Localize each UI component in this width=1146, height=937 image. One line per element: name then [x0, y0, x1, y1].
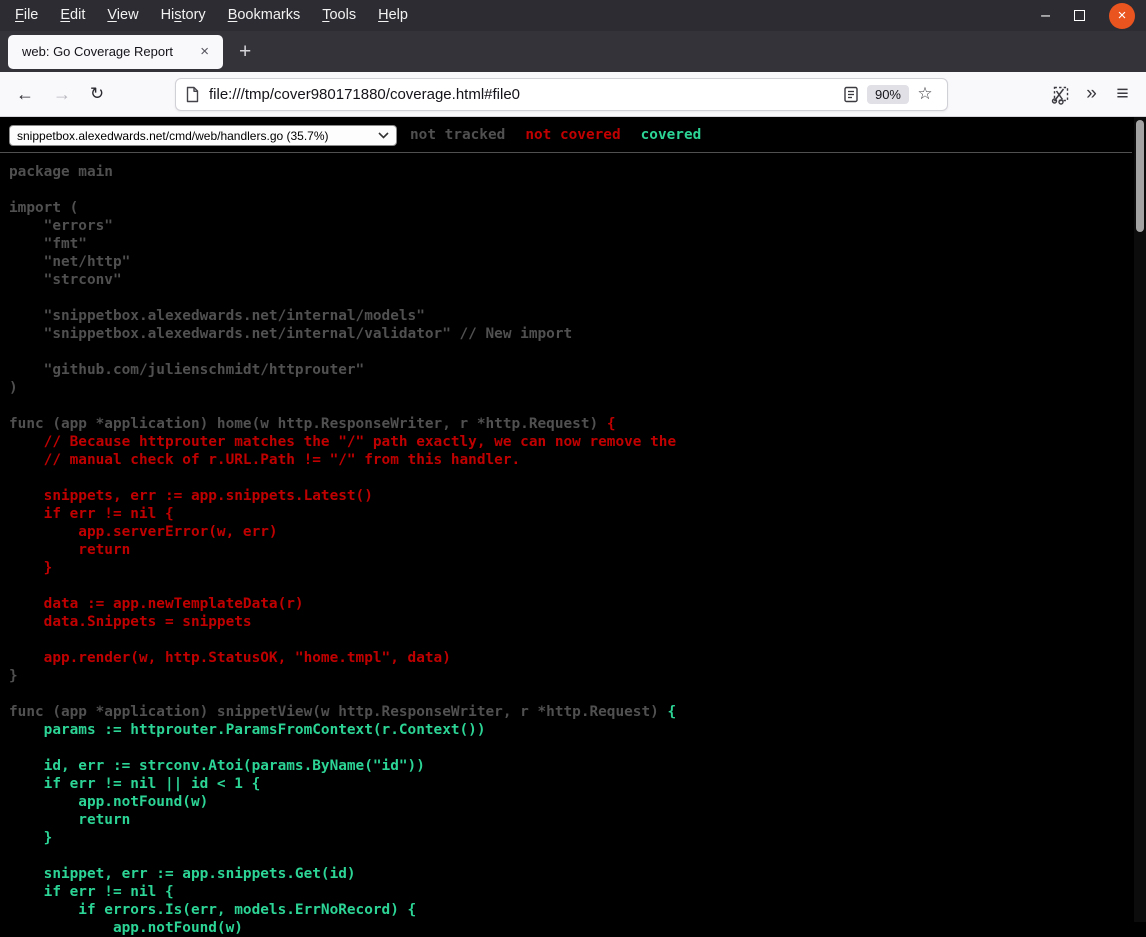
coverage-legend: not tracked not covered covered	[410, 127, 701, 143]
code-line: "github.com/julienschmidt/httprouter"	[9, 362, 364, 378]
hamburger-menu-icon[interactable]: ≡	[1107, 79, 1138, 110]
code-line: app.serverError(w, err)	[9, 524, 278, 540]
window-titlebar: FileEditViewHistoryBookmarksToolsHelp – …	[0, 0, 1146, 31]
menu-tools[interactable]: Tools	[311, 0, 367, 31]
code-line: package main	[9, 164, 113, 180]
reload-button[interactable]: ↻	[81, 78, 113, 110]
legend-not-covered: not covered	[525, 127, 620, 143]
code-line: "errors"	[9, 218, 113, 234]
url-text[interactable]: file:///tmp/cover980171880/coverage.html…	[209, 86, 838, 103]
code-line: func (app *application) home(w http.Resp…	[9, 416, 615, 432]
menu-file[interactable]: File	[4, 0, 49, 31]
window-minimize-button[interactable]: –	[1041, 11, 1050, 21]
chevron-down-icon	[378, 132, 389, 139]
code-line: if err != nil {	[9, 506, 174, 522]
menu-help[interactable]: Help	[367, 0, 419, 31]
code-line: app.render(w, http.StatusOK, "home.tmpl"…	[9, 650, 451, 666]
code-line: "snippetbox.alexedwards.net/internal/val…	[9, 326, 572, 342]
menu-bookmarks[interactable]: Bookmarks	[217, 0, 312, 31]
page-content: snippetbox.alexedwards.net/cmd/web/handl…	[0, 117, 1146, 922]
code-line: data.Snippets = snippets	[9, 614, 252, 630]
new-tab-button[interactable]: +	[239, 40, 251, 64]
window-maximize-button[interactable]	[1074, 10, 1085, 21]
code-line: if errors.Is(err, models.ErrNoRecord) {	[9, 902, 416, 918]
coverage-code: package main import ( "errors" "fmt" "ne…	[9, 163, 676, 937]
code-line: if err != nil {	[9, 884, 174, 900]
overflow-chevron-icon[interactable]: »	[1076, 79, 1107, 110]
browser-tab[interactable]: web: Go Coverage Report ×	[8, 35, 223, 69]
menu-history[interactable]: History	[150, 0, 217, 31]
code-line: return	[9, 812, 130, 828]
code-line: "fmt"	[9, 236, 87, 252]
code-line: }	[9, 830, 52, 846]
file-select-dropdown[interactable]: snippetbox.alexedwards.net/cmd/web/handl…	[9, 125, 397, 146]
code-line: app.notFound(w)	[9, 920, 243, 936]
code-line: }	[9, 560, 52, 576]
window-close-button[interactable]: ×	[1109, 3, 1135, 29]
navigation-toolbar: ← → ↻ file:///tmp/cover980171880/coverag…	[0, 72, 1146, 117]
code-line: "snippetbox.alexedwards.net/internal/mod…	[9, 308, 425, 324]
menu-view[interactable]: View	[96, 0, 149, 31]
code-line: "strconv"	[9, 272, 122, 288]
code-line: }	[9, 668, 18, 684]
code-line: snippets, err := app.snippets.Latest()	[9, 488, 373, 504]
tab-bar: web: Go Coverage Report × +	[0, 31, 1146, 72]
forward-button[interactable]: →	[46, 78, 78, 110]
code-line: )	[9, 380, 18, 396]
code-line: return	[9, 542, 130, 558]
page-icon	[185, 86, 200, 103]
code-line: import (	[9, 200, 78, 216]
code-line: "net/http"	[9, 254, 130, 270]
code-line: snippet, err := app.snippets.Get(id)	[9, 866, 356, 882]
code-line: data := app.newTemplateData(r)	[9, 596, 304, 612]
code-line: // manual check of r.URL.Path != "/" fro…	[9, 452, 520, 468]
tab-title: web: Go Coverage Report	[22, 44, 196, 59]
scrollbar-track[interactable]	[1134, 117, 1146, 922]
file-select-value: snippetbox.alexedwards.net/cmd/web/handl…	[17, 129, 378, 143]
scrollbar-thumb[interactable]	[1136, 120, 1144, 232]
code-line: // Because httprouter matches the "/" pa…	[9, 434, 676, 450]
url-bar[interactable]: file:///tmp/cover980171880/coverage.html…	[175, 78, 948, 111]
bookmark-star-icon[interactable]: ☆	[912, 81, 938, 107]
zoom-level-badge[interactable]: 90%	[867, 85, 909, 104]
back-button[interactable]: ←	[9, 78, 41, 110]
code-line: func (app *application) snippetView(w ht…	[9, 704, 676, 720]
code-line: id, err := strconv.Atoi(params.ByName("i…	[9, 758, 425, 774]
code-line: params := httprouter.ParamsFromContext(r…	[9, 722, 486, 738]
menubar: FileEditViewHistoryBookmarksToolsHelp	[0, 0, 419, 31]
tab-close-icon[interactable]: ×	[196, 43, 213, 60]
reader-mode-icon[interactable]	[838, 81, 864, 107]
code-line: if err != nil || id < 1 {	[9, 776, 260, 792]
code-line: app.notFound(w)	[9, 794, 208, 810]
menu-edit[interactable]: Edit	[49, 0, 96, 31]
window-controls: – ×	[1041, 3, 1146, 29]
legend-not-tracked: not tracked	[410, 127, 505, 143]
legend-covered: covered	[641, 127, 702, 143]
screenshot-tool-icon[interactable]	[1045, 79, 1076, 110]
